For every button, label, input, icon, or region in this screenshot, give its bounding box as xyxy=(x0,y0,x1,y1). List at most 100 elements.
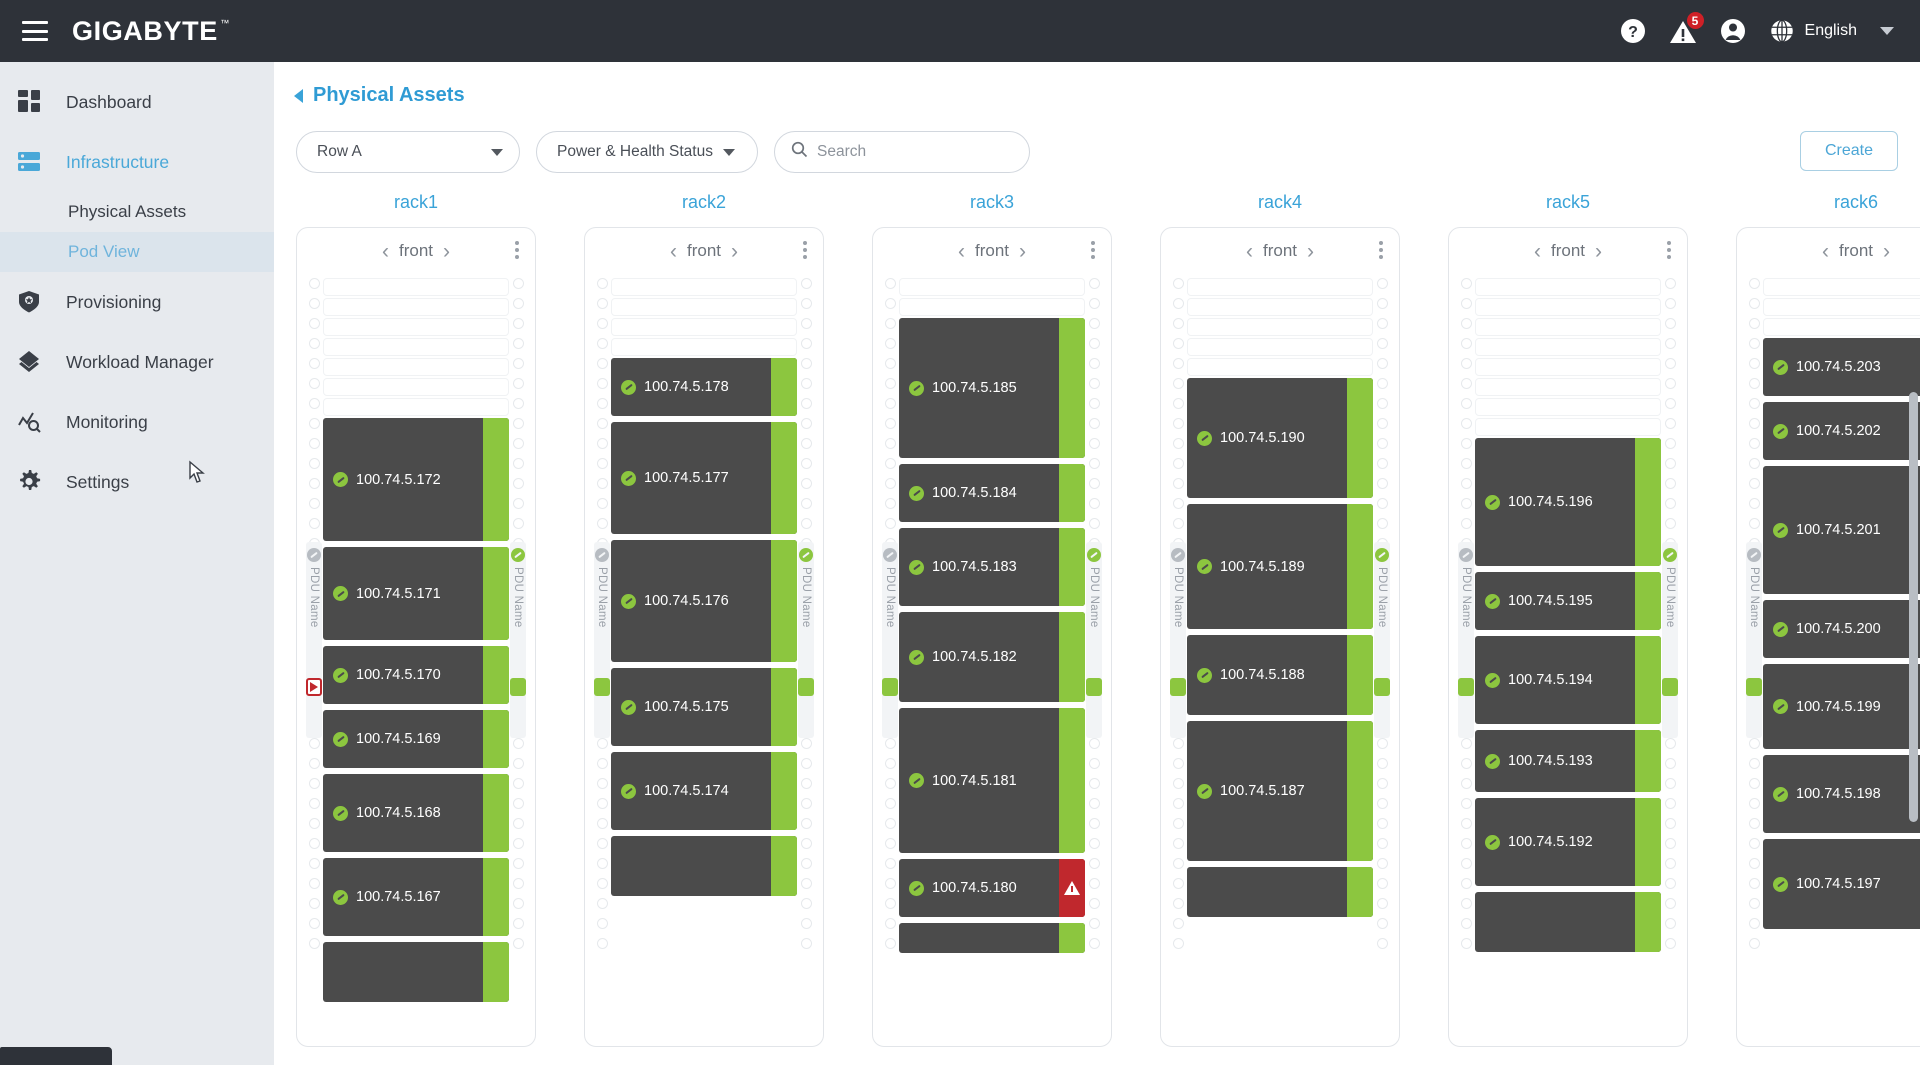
rack-unit[interactable]: 100.74.5.194 xyxy=(1475,636,1661,724)
rack-unit[interactable]: 100.74.5.200 xyxy=(1763,600,1920,658)
unit-ok-status-bar[interactable] xyxy=(1635,798,1661,886)
unit-ok-status-bar[interactable] xyxy=(1347,504,1373,629)
user-account-icon[interactable] xyxy=(1718,16,1748,46)
rack-unit[interactable]: 100.74.5.203 xyxy=(1763,338,1920,396)
empty-rack-unit[interactable] xyxy=(1187,318,1373,336)
empty-rack-unit[interactable] xyxy=(1763,298,1920,316)
rack-unit[interactable] xyxy=(611,836,797,896)
kebab-menu-icon[interactable] xyxy=(515,241,519,259)
power-health-status-dropdown[interactable]: Power & Health Status xyxy=(536,131,758,173)
empty-rack-unit[interactable] xyxy=(1763,278,1920,296)
rack-unit[interactable]: 100.74.5.182 xyxy=(899,612,1085,702)
rack-title[interactable]: rack2 xyxy=(584,192,824,213)
unit-ok-status-bar[interactable] xyxy=(1059,464,1085,522)
empty-rack-unit[interactable] xyxy=(1475,418,1661,436)
pdu-left[interactable]: PDU Name xyxy=(306,542,322,738)
chevron-right-icon[interactable]: › xyxy=(1009,241,1036,262)
empty-rack-unit[interactable] xyxy=(1187,278,1373,296)
sidebar-item-dashboard[interactable]: Dashboard xyxy=(0,72,274,132)
unit-ok-status-bar[interactable] xyxy=(483,858,509,936)
chevron-right-icon[interactable]: › xyxy=(1585,241,1612,262)
empty-rack-unit[interactable] xyxy=(1187,338,1373,356)
rack-unit[interactable]: 100.74.5.168 xyxy=(323,774,509,852)
unit-ok-status-bar[interactable] xyxy=(771,540,797,662)
pdu-left[interactable]: PDU Name xyxy=(594,542,610,738)
pdu-left[interactable]: PDU Name xyxy=(1458,542,1474,738)
sidebar-item-monitoring[interactable]: Monitoring xyxy=(0,392,274,452)
rack-unit[interactable] xyxy=(1475,892,1661,952)
chevron-left-icon[interactable]: ‹ xyxy=(372,241,399,262)
rack-unit[interactable]: 100.74.5.202 xyxy=(1763,402,1920,460)
unit-ok-status-bar[interactable] xyxy=(1635,438,1661,566)
rack-unit[interactable] xyxy=(323,942,509,1002)
unit-ok-status-bar[interactable] xyxy=(483,646,509,704)
rack-unit[interactable]: 100.74.5.172 xyxy=(323,418,509,541)
empty-rack-unit[interactable] xyxy=(1187,358,1373,376)
rack-unit[interactable]: 100.74.5.201 xyxy=(1763,466,1920,594)
rack-unit[interactable] xyxy=(899,923,1085,953)
unit-ok-status-bar[interactable] xyxy=(1635,572,1661,630)
chevron-left-icon[interactable]: ‹ xyxy=(1236,241,1263,262)
rack-unit[interactable]: 100.74.5.193 xyxy=(1475,730,1661,792)
rack-unit[interactable]: 100.74.5.169 xyxy=(323,710,509,768)
unit-ok-status-bar[interactable] xyxy=(483,710,509,768)
rack-unit[interactable]: 100.74.5.184 xyxy=(899,464,1085,522)
rack-unit[interactable]: 100.74.5.180 xyxy=(899,859,1085,917)
pdu-ok-marker[interactable] xyxy=(1374,678,1390,696)
unit-ok-status-bar[interactable] xyxy=(483,547,509,640)
empty-rack-unit[interactable] xyxy=(611,338,797,356)
chevron-down-icon[interactable] xyxy=(1880,27,1894,35)
pdu-ok-marker[interactable] xyxy=(1170,678,1186,696)
kebab-menu-icon[interactable] xyxy=(1379,241,1383,259)
help-circle-icon[interactable]: ? xyxy=(1618,16,1648,46)
sidebar-item-settings[interactable]: Settings xyxy=(0,452,274,512)
sidebar-item-pod-view[interactable]: Pod View xyxy=(0,232,274,272)
chevron-left-icon[interactable]: ‹ xyxy=(948,241,975,262)
chevron-right-icon[interactable]: › xyxy=(1873,241,1900,262)
empty-rack-unit[interactable] xyxy=(1475,398,1661,416)
pdu-ok-marker[interactable] xyxy=(594,678,610,696)
empty-rack-unit[interactable] xyxy=(323,318,509,336)
unit-ok-status-bar[interactable] xyxy=(1059,318,1085,458)
sidebar-item-provisioning[interactable]: Provisioning xyxy=(0,272,274,332)
unit-ok-status-bar[interactable] xyxy=(483,774,509,852)
unit-ok-status-bar[interactable] xyxy=(771,358,797,416)
unit-ok-status-bar[interactable] xyxy=(1347,721,1373,861)
rack-unit[interactable]: 100.74.5.167 xyxy=(323,858,509,936)
unit-ok-status-bar[interactable] xyxy=(1059,923,1085,953)
breadcrumb[interactable]: Physical Assets xyxy=(274,62,1920,107)
pdu-ok-marker[interactable] xyxy=(882,678,898,696)
rack-title[interactable]: rack5 xyxy=(1448,192,1688,213)
unit-ok-status-bar[interactable] xyxy=(1347,635,1373,715)
rack-unit[interactable]: 100.74.5.190 xyxy=(1187,378,1373,498)
rack-unit[interactable]: 100.74.5.176 xyxy=(611,540,797,662)
empty-rack-unit[interactable] xyxy=(323,378,509,396)
rack-unit[interactable]: 100.74.5.192 xyxy=(1475,798,1661,886)
unit-ok-status-bar[interactable] xyxy=(771,752,797,830)
warning-triangle-icon[interactable]: 5 xyxy=(1668,16,1698,46)
rack-unit[interactable]: 100.74.5.196 xyxy=(1475,438,1661,566)
unit-ok-status-bar[interactable] xyxy=(1059,528,1085,606)
back-triangle-icon[interactable] xyxy=(294,89,303,103)
empty-rack-unit[interactable] xyxy=(899,298,1085,316)
empty-rack-unit[interactable] xyxy=(1187,298,1373,316)
unit-alert-status-bar[interactable] xyxy=(1059,859,1085,917)
search-box[interactable] xyxy=(774,131,1030,173)
kebab-menu-icon[interactable] xyxy=(1091,241,1095,259)
chevron-right-icon[interactable]: › xyxy=(721,241,748,262)
empty-rack-unit[interactable] xyxy=(323,278,509,296)
rack-title[interactable]: rack3 xyxy=(872,192,1112,213)
pdu-alert-marker[interactable] xyxy=(306,678,322,696)
search-input[interactable] xyxy=(817,143,1007,161)
pdu-right[interactable]: PDU Name xyxy=(798,542,814,738)
empty-rack-unit[interactable] xyxy=(1475,378,1661,396)
empty-rack-unit[interactable] xyxy=(1475,338,1661,356)
chevron-right-icon[interactable]: › xyxy=(1297,241,1324,262)
chevron-left-icon[interactable]: ‹ xyxy=(660,241,687,262)
sidebar-item-infrastructure[interactable]: Infrastructure xyxy=(0,132,274,192)
pdu-ok-marker[interactable] xyxy=(510,678,526,696)
unit-ok-status-bar[interactable] xyxy=(771,836,797,896)
rack-unit[interactable]: 100.74.5.195 xyxy=(1475,572,1661,630)
pdu-ok-marker[interactable] xyxy=(1458,678,1474,696)
pdu-left[interactable]: PDU Name xyxy=(1170,542,1186,738)
